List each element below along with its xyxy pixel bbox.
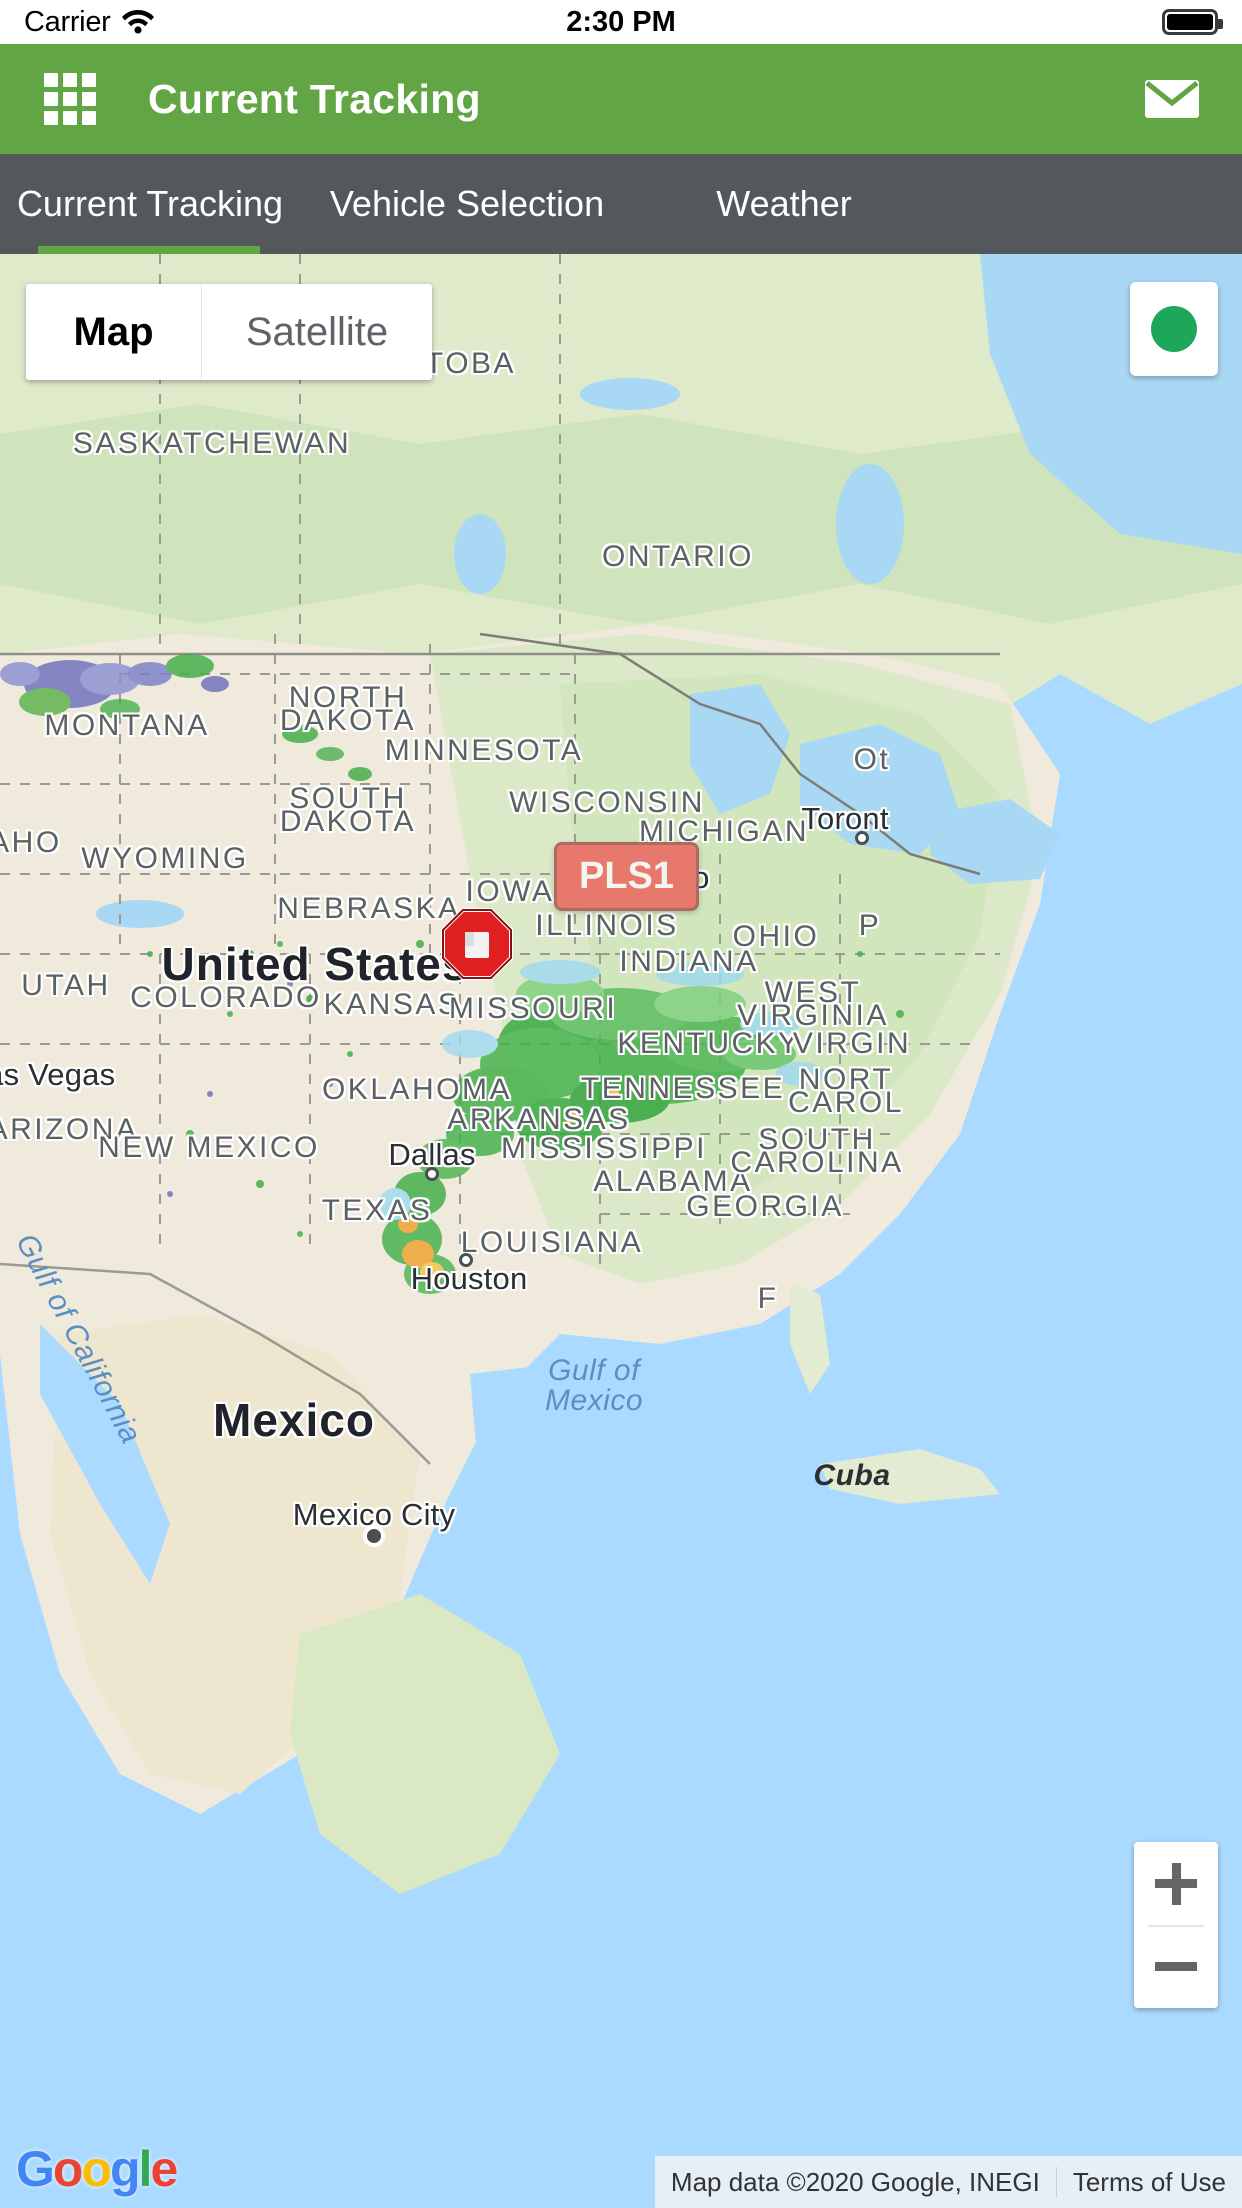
page-title: Current Tracking — [148, 75, 481, 122]
map-label-state: Ot — [853, 743, 891, 776]
map-label-state: LOUISIANA — [460, 1226, 644, 1259]
map-canvas[interactable]: SASKATCHEWAN MANITOBA ONTARIO MONTANA NO… — [0, 254, 1242, 2208]
stop-sign-icon[interactable] — [441, 908, 513, 980]
tab-label: Vehicle Selection — [329, 183, 605, 224]
app-header: Current Tracking — [0, 44, 1242, 154]
map-label-state: IAHO — [0, 826, 62, 859]
status-bar-right — [1162, 0, 1223, 44]
map-label-water: Cuba — [813, 1459, 891, 1492]
map-label-city: Toront — [801, 801, 889, 836]
minus-icon — [1155, 1962, 1197, 1971]
map-label-state: ILLINOIS — [535, 909, 679, 942]
grid-menu-icon[interactable] — [44, 73, 96, 125]
map-label-state: MONTANA — [44, 709, 210, 742]
map-label-state: WYOMING — [81, 842, 249, 875]
tracking-status-button[interactable] — [1130, 282, 1218, 376]
active-tab-indicator — [38, 246, 260, 254]
zoom-in-button[interactable] — [1134, 1842, 1218, 1925]
map-label-state: VIRGIN — [792, 1027, 912, 1060]
clock-label: 2:30 PM — [566, 5, 676, 38]
tab-vehicle-selection[interactable]: Vehicle Selection — [300, 154, 634, 254]
envelope-icon[interactable] — [1144, 79, 1200, 119]
map-label-state: OHIO — [732, 920, 820, 953]
map-label-water: Gulf of California — [9, 1228, 148, 1450]
map-label-state: TENNESSEE — [580, 1072, 786, 1105]
zoom-controls[interactable] — [1134, 1842, 1218, 2008]
map-label-province: ONTARIO — [602, 540, 754, 573]
map-type-satellite-button[interactable]: Satellite — [202, 284, 432, 380]
zoom-out-button[interactable] — [1134, 1925, 1218, 2008]
map-type-toggle[interactable]: Map Satellite — [26, 284, 432, 380]
map-label-city: Las Vegas — [0, 1057, 116, 1092]
tab-current-tracking[interactable]: Current Tracking — [0, 154, 300, 254]
map-label-state: TEXAS — [321, 1194, 433, 1227]
map-attribution: Map data ©2020 Google, INEGI Terms of Us… — [654, 2156, 1242, 2208]
map-label-state: NEW MEXICO — [98, 1131, 320, 1164]
tab-label: Current Tracking — [16, 183, 284, 224]
vehicle-label[interactable]: PLS1 — [554, 842, 700, 911]
city-dot — [425, 1167, 439, 1181]
map-label-state: CAROL — [788, 1086, 904, 1119]
google-logo: Google — [16, 2141, 178, 2197]
app-root: Carrier 2:30 PM Current Tracking Current… — [0, 0, 1242, 2208]
map-label-state: MINNESOTA — [384, 734, 584, 767]
map-label-state: CAROLINA — [730, 1146, 904, 1179]
tab-weather[interactable]: Weather — [634, 154, 934, 254]
map-label-water: Gulf of — [548, 1354, 640, 1387]
plus-icon — [1171, 1862, 1181, 1905]
map-labels: SASKATCHEWAN MANITOBA ONTARIO MONTANA NO… — [0, 254, 1242, 2208]
map-data-text: Map data ©2020 Google, INEGI — [670, 2166, 1040, 2197]
map-label-state: IOWA — [465, 875, 555, 908]
battery-icon — [1162, 9, 1223, 35]
terms-of-use-link[interactable]: Terms of Use — [1055, 2166, 1242, 2198]
map-label-country: United States — [161, 938, 469, 990]
tab-bar: Current Tracking Vehicle Selection Weath… — [0, 154, 1242, 254]
city-dot — [459, 1253, 473, 1267]
map-label-state: KANSAS — [323, 988, 461, 1021]
map-label-state: MISSISSIPPI — [501, 1132, 707, 1165]
map-label-city: Mexico City — [292, 1497, 456, 1532]
map-label-state: DAKOTA — [279, 805, 417, 838]
map-label-state: GEORGIA — [686, 1190, 844, 1223]
map-label-state: F — [757, 1282, 779, 1315]
map-label-province: SASKATCHEWAN — [72, 427, 352, 460]
map-label-state: NEBRASKA — [277, 892, 461, 925]
map-label-country: Mexico — [213, 1394, 375, 1446]
map-label-water: Mexico — [544, 1384, 644, 1417]
map-label-city: Houston — [410, 1261, 528, 1296]
map-label-state: OKLAHOMA — [321, 1073, 513, 1106]
map-type-map-button[interactable]: Map — [26, 284, 202, 380]
map-label-state: MISSOURI — [448, 992, 618, 1025]
city-dot — [855, 831, 869, 845]
map-label-state: UTAH — [21, 969, 111, 1002]
status-bar: Carrier 2:30 PM — [0, 0, 1242, 44]
status-dot-icon — [1151, 306, 1197, 352]
map-label-state: DAKOTA — [279, 704, 417, 737]
tab-label: Weather — [716, 183, 852, 224]
city-dot — [367, 1529, 381, 1543]
map-label-state: P — [858, 909, 882, 942]
